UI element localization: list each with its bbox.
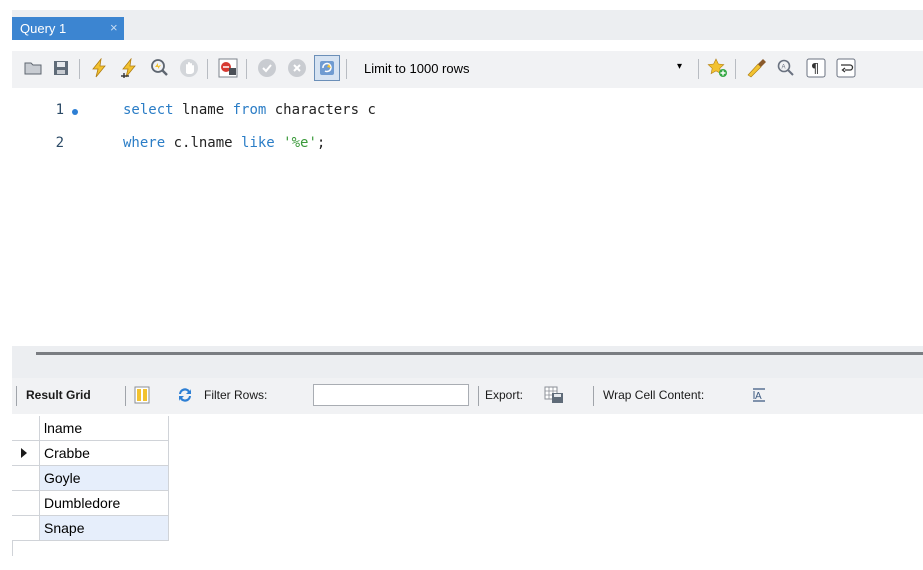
row-header-corner [12, 416, 40, 441]
svg-text:¶: ¶ [811, 62, 819, 77]
tab-strip-background [12, 10, 923, 40]
filter-rows-input[interactable] [313, 384, 469, 406]
commit-icon[interactable] [254, 55, 280, 81]
svg-text:A: A [782, 65, 786, 71]
table-cell[interactable]: Goyle [40, 466, 169, 491]
refresh-icon[interactable] [176, 386, 194, 407]
export-label: Export: [485, 388, 524, 402]
splitter-handle[interactable] [36, 352, 923, 355]
table-cell[interactable]: Crabbe [40, 441, 169, 466]
keyword: like [241, 135, 275, 151]
find-icon[interactable]: A [773, 55, 799, 81]
tab-close-icon[interactable]: × [110, 20, 118, 35]
table-cell[interactable]: Dumbledore [40, 491, 169, 516]
code-text: lname [173, 102, 233, 118]
chevron-down-icon: ▾ [676, 61, 682, 72]
statement-marker-icon [72, 109, 78, 115]
table-cell[interactable]: Snape [40, 516, 169, 541]
save-icon[interactable] [48, 55, 74, 81]
line-number: 1 [55, 102, 64, 118]
limit-rows-value: Limit to 1000 rows [364, 61, 470, 76]
wrap-lines-icon[interactable] [833, 55, 859, 81]
table-row[interactable]: Snape [12, 516, 169, 541]
row-indicator[interactable] [12, 491, 40, 516]
sql-editor[interactable]: 1 select lname from characters c 2 where… [12, 88, 923, 346]
execute-icon[interactable] [86, 55, 112, 81]
current-row-arrow-icon [21, 448, 27, 458]
code-text: ; [316, 135, 326, 151]
execute-current-icon[interactable] [116, 55, 142, 81]
beautify-icon[interactable] [743, 55, 769, 81]
limit-rows-select[interactable]: Limit to 1000 rows ▾ [356, 58, 692, 80]
form-editor-icon[interactable] [134, 386, 150, 407]
rollback-icon[interactable] [284, 55, 310, 81]
code-text: c.lname [165, 135, 242, 151]
add-snippet-icon[interactable] [705, 55, 731, 81]
column-header-lname[interactable]: lname [40, 416, 169, 441]
filter-rows-label: Filter Rows: [204, 388, 268, 402]
wrap-cell-icon[interactable]: A [752, 387, 766, 406]
code-line-2[interactable]: where c.lname like '%e'; [123, 135, 325, 151]
table-row[interactable]: Crabbe [12, 441, 169, 466]
wrap-cell-content-label: Wrap Cell Content: [603, 388, 705, 402]
editor-tab-strip: Query 1 × [0, 0, 923, 40]
code-text: characters c [266, 102, 376, 118]
result-grid-tab[interactable]: Result Grid [26, 388, 91, 402]
keyword: where [123, 135, 166, 151]
row-indicator[interactable] [12, 441, 40, 466]
line-number: 2 [55, 135, 64, 151]
sql-editor-toolbar: Limit to 1000 rows ▾ A ¶ [12, 51, 923, 88]
result-toolbar: Result Grid Filter Rows: Export: Wrap Ce… [12, 378, 923, 414]
row-indicator[interactable] [12, 516, 40, 541]
string-literal: '%e' [283, 135, 317, 151]
stop-icon[interactable] [176, 55, 202, 81]
explain-icon[interactable] [146, 55, 172, 81]
keyword: select [123, 102, 174, 118]
tab-title: Query 1 [20, 21, 67, 36]
autocommit-icon[interactable] [314, 55, 340, 81]
panel-splitter[interactable] [12, 346, 923, 378]
svg-text:A: A [755, 391, 762, 402]
toggle-stop-on-error-icon[interactable] [215, 55, 241, 81]
keyword: from [232, 102, 267, 118]
open-folder-icon[interactable] [20, 55, 46, 81]
tab-query-1[interactable]: Query 1 × [12, 17, 124, 40]
export-icon[interactable] [544, 386, 564, 407]
row-indicator[interactable] [12, 466, 40, 491]
table-row[interactable]: Goyle [12, 466, 169, 491]
grid-header-row: lname [12, 416, 169, 441]
code-line-1[interactable]: select lname from characters c [123, 102, 376, 118]
table-row[interactable]: Dumbledore [12, 491, 169, 516]
invisible-chars-icon[interactable]: ¶ [803, 55, 829, 81]
